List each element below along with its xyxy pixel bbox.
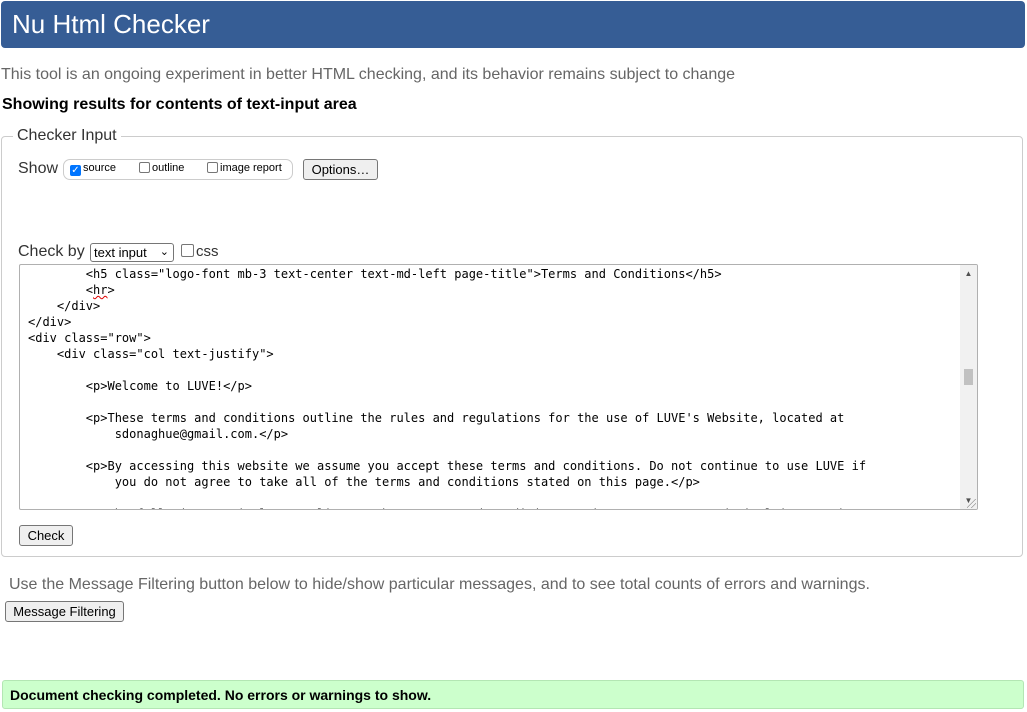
source-line: <div class="col text-justify"> — [28, 347, 274, 361]
css-option[interactable]: css — [181, 243, 219, 260]
source-line: <p>Welcome to LUVE!</p> — [28, 379, 252, 393]
image-report-checkbox[interactable] — [207, 162, 218, 173]
app-header: Nu Html Checker — [1, 1, 1025, 48]
textarea-scrollbar[interactable]: ▲ ▼ — [960, 265, 977, 509]
show-outline-option[interactable]: outline — [139, 162, 184, 174]
source-option-label: source — [83, 162, 117, 174]
source-line — [28, 442, 959, 458]
show-source-option[interactable]: ✓ source — [70, 162, 116, 176]
scroll-thumb[interactable] — [964, 369, 973, 385]
source-line — [28, 362, 959, 378]
source-line: <p>The following terminology applies to … — [28, 506, 959, 509]
css-checkbox[interactable] — [181, 244, 194, 257]
check-button[interactable]: Check — [19, 525, 73, 546]
css-option-label: css — [196, 243, 219, 260]
options-button[interactable]: Options… — [303, 159, 378, 180]
message-filtering-button[interactable]: Message Filtering — [5, 601, 124, 622]
source-line: <hr> — [28, 283, 115, 297]
source-line: you do not agree to take all of the term… — [28, 475, 700, 489]
resize-grip-icon[interactable] — [967, 499, 976, 508]
check-by-select-value: text input — [94, 245, 147, 260]
chevron-down-icon: ⌄ — [159, 246, 169, 258]
source-line: sdonaghue@gmail.com.</p> — [28, 427, 289, 441]
source-line: <p>These terms and conditions outline th… — [28, 411, 845, 425]
show-image-report-option[interactable]: image report — [207, 162, 282, 174]
source-line: <p>By accessing this website we assume y… — [28, 459, 867, 473]
message-filtering-note: Use the Message Filtering button below t… — [9, 576, 870, 593]
source-line: <h5 class="logo-font mb-3 text-center te… — [28, 267, 722, 281]
source-code: <h5 class="logo-font mb-3 text-center te… — [28, 266, 959, 509]
image-report-option-label: image report — [220, 162, 282, 174]
outline-checkbox[interactable] — [139, 162, 150, 173]
source-textarea[interactable]: <h5 class="logo-font mb-3 text-center te… — [19, 264, 978, 510]
check-by-select[interactable]: text input ⌄ — [90, 243, 174, 262]
checker-input-legend: Checker Input — [17, 127, 117, 144]
results-heading: Showing results for contents of text-inp… — [2, 96, 357, 113]
check-by-label: Check by — [18, 243, 85, 260]
tagline: This tool is an ongoing experiment in be… — [1, 66, 736, 83]
show-label: Show — [18, 160, 59, 177]
status-message: Document checking completed. No errors o… — [2, 680, 1024, 709]
show-options-group: ✓ source outline image report — [63, 159, 293, 180]
source-line: </div> — [28, 299, 101, 313]
scroll-up-arrow-icon[interactable]: ▲ — [960, 265, 977, 282]
source-line: <div class="row"> — [28, 331, 151, 345]
source-line: </div> — [28, 315, 72, 329]
source-checkbox[interactable]: ✓ — [70, 165, 81, 176]
source-line — [28, 490, 959, 506]
app-title: Nu Html Checker — [12, 9, 210, 39]
source-line — [28, 394, 959, 410]
outline-option-label: outline — [152, 162, 185, 174]
